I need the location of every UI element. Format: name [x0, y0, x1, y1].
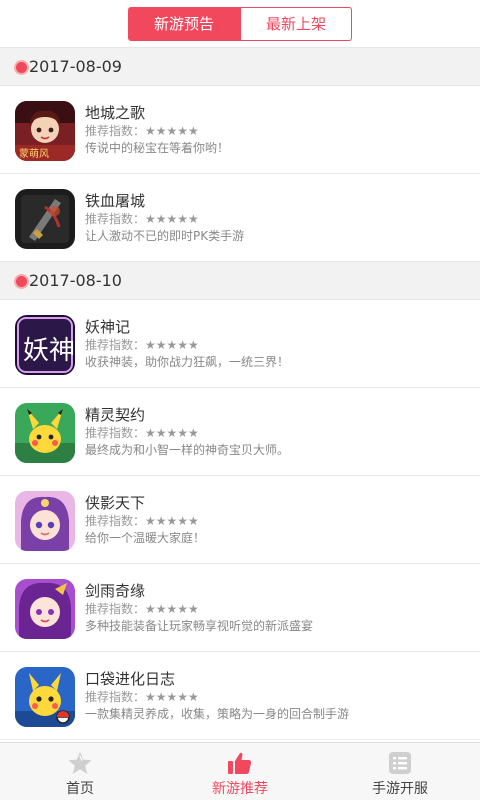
game-rating: 推荐指数：★★★★★	[85, 424, 199, 442]
rating-label: 推荐指数：	[85, 212, 146, 226]
game-desc: 一款集精灵养成，收集，策略为一身的回合制手游	[85, 707, 350, 721]
tab-latest-release[interactable]: 最新上架	[240, 7, 352, 41]
game-rating: 推荐指数：★★★★★	[85, 210, 199, 228]
tab-new-game-preview[interactable]: 新游预告	[128, 7, 240, 41]
game-rating: 推荐指数：★★★★★	[85, 336, 199, 354]
rating-label: 推荐指数：	[85, 514, 146, 528]
game-item[interactable]: 精灵契约 推荐指数：★★★★★ 最终成为和小智一样的神奇宝贝大师。	[0, 388, 480, 476]
game-icon-xiaying[interactable]	[15, 491, 75, 551]
date-dot-icon	[16, 62, 27, 73]
game-item[interactable]: 口袋进化日志 推荐指数：★★★★★ 一款集精灵养成，收集，策略为一身的回合制手游	[0, 652, 480, 740]
game-desc: 多种技能装备让玩家畅享视听觉的新派盛宴	[85, 619, 314, 633]
rating-stars: ★★★★★	[145, 212, 199, 226]
game-desc: 传说中的秘宝在等着你哟！	[85, 141, 230, 155]
rating-label: 推荐指数：	[85, 602, 146, 616]
tab-server-open-label: 手游开服	[372, 781, 428, 797]
date-label: 2017-08-09	[29, 57, 122, 76]
game-icon-jianyu[interactable]	[15, 579, 75, 639]
rating-label: 推荐指数：	[85, 690, 146, 704]
top-bar: 新游预告 最新上架	[0, 0, 480, 48]
date-header: 2017-08-10	[0, 262, 480, 300]
game-name[interactable]: 妖神记	[85, 317, 130, 337]
game-icon-caption: 妖神	[23, 336, 75, 366]
thumbs-up-icon	[228, 752, 252, 774]
game-name[interactable]: 铁血屠城	[85, 191, 145, 211]
game-name[interactable]: 精灵契约	[85, 405, 145, 425]
game-desc: 最终成为和小智一样的神奇宝贝大师。	[85, 443, 290, 457]
game-list[interactable]: 2017-08-09 蒙萌风 地城之歌 推荐指数：★★★★★ 传说中的秘宝在等着…	[0, 48, 480, 742]
game-desc: 给你一个温暖大家庭！	[85, 531, 206, 545]
game-rating: 推荐指数：★★★★★	[85, 600, 199, 618]
date-dot-icon	[16, 276, 27, 287]
date-header: 2017-08-09	[0, 48, 480, 86]
game-icon-jingling[interactable]	[15, 403, 75, 463]
date-label: 2017-08-10	[29, 271, 122, 290]
game-rating: 推荐指数：★★★★★	[85, 688, 199, 706]
rating-label: 推荐指数：	[85, 426, 146, 440]
list-icon	[389, 752, 411, 774]
game-icon-tiexue[interactable]	[15, 189, 75, 249]
game-name[interactable]: 侠影天下	[85, 493, 145, 513]
game-name[interactable]: 剑雨奇缘	[85, 581, 145, 601]
tab-home[interactable]: 首页	[0, 743, 160, 800]
tab-server-open[interactable]: 手游开服	[320, 743, 480, 800]
rating-stars: ★★★★★	[145, 426, 199, 440]
game-icon-dicheng[interactable]: 蒙萌风	[15, 101, 75, 161]
game-rating: 推荐指数：★★★★★	[85, 512, 199, 530]
game-item[interactable]: 妖神 妖神记 推荐指数：★★★★★ 收获神装，助你战力狂飙，一统三界！	[0, 300, 480, 388]
rating-stars: ★★★★★	[145, 124, 199, 138]
bottom-tab-bar: 首页 新游推荐 手游开服	[0, 742, 480, 800]
game-name[interactable]: 口袋进化日志	[85, 669, 175, 689]
game-item[interactable]: 剑雨奇缘 推荐指数：★★★★★ 多种技能装备让玩家畅享视听觉的新派盛宴	[0, 564, 480, 652]
game-icon-caption: 蒙萌风	[19, 147, 49, 160]
rating-label: 推荐指数：	[85, 124, 146, 138]
rating-stars: ★★★★★	[145, 690, 199, 704]
game-icon-yaoshenji[interactable]: 妖神	[15, 315, 75, 375]
game-icon-koudai[interactable]	[15, 667, 75, 727]
game-name[interactable]: 地城之歌	[85, 103, 145, 123]
rating-stars: ★★★★★	[145, 514, 199, 528]
game-rating: 推荐指数：★★★★★	[85, 122, 199, 140]
tab-new-game-recommend-label: 新游推荐	[212, 781, 268, 797]
star-icon	[68, 752, 92, 774]
rating-stars: ★★★★★	[145, 338, 199, 352]
game-item[interactable]: 侠影天下 推荐指数：★★★★★ 给你一个温暖大家庭！	[0, 476, 480, 564]
game-item[interactable]: 蒙萌风 地城之歌 推荐指数：★★★★★ 传说中的秘宝在等着你哟！	[0, 86, 480, 174]
game-desc: 收获神装，助你战力狂飙，一统三界！	[85, 355, 290, 369]
rating-stars: ★★★★★	[145, 602, 199, 616]
tab-new-game-recommend[interactable]: 新游推荐	[160, 743, 320, 800]
game-desc: 让人激动不已的即时PK类手游	[85, 229, 245, 243]
tab-home-label: 首页	[66, 781, 94, 797]
rating-label: 推荐指数：	[85, 338, 146, 352]
game-item[interactable]: 铁血屠城 推荐指数：★★★★★ 让人激动不已的即时PK类手游	[0, 174, 480, 262]
